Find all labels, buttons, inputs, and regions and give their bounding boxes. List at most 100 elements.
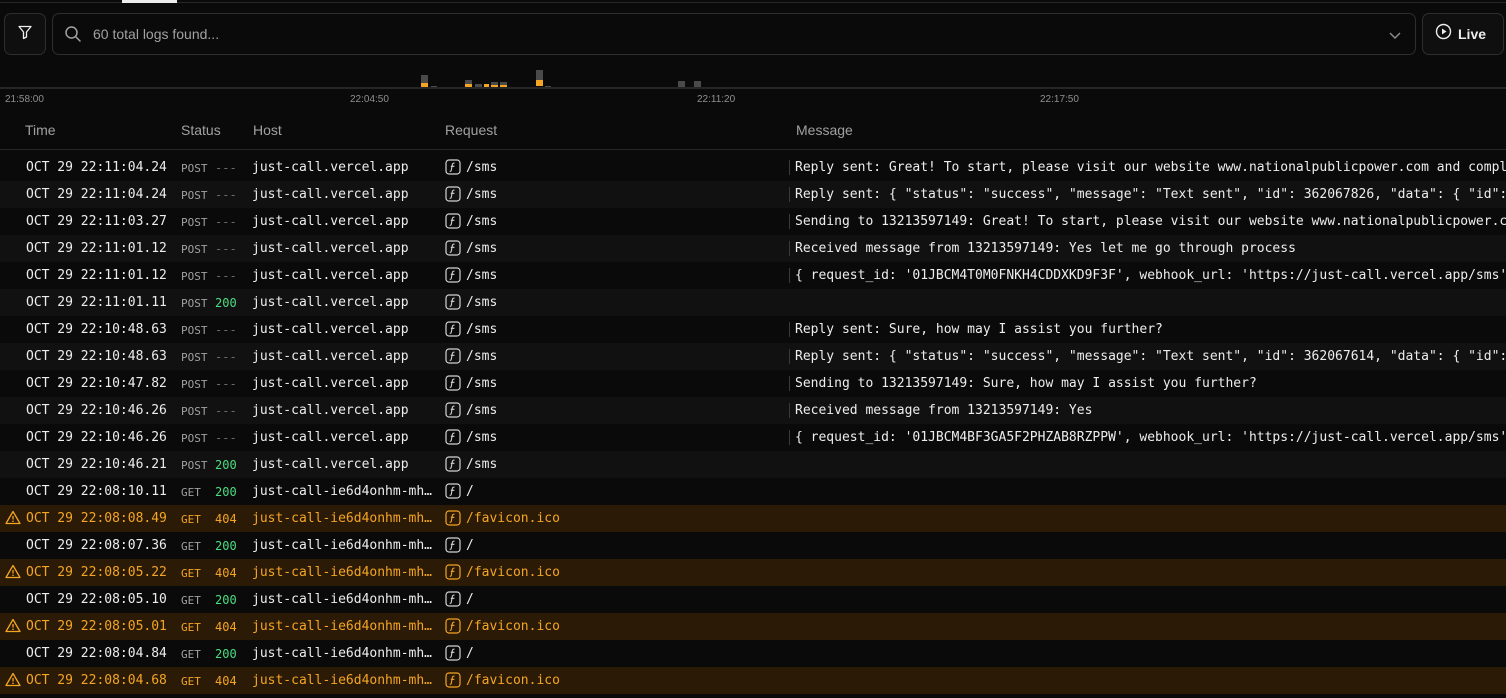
row-request-path: / (466, 646, 474, 661)
row-request-path: /sms (466, 403, 498, 418)
row-host: just-call-ie6d4onhm-mh… (252, 673, 433, 688)
row-message: Reply sent: Sure, how may I assist you f… (795, 322, 1163, 337)
table-row[interactable]: OCT 29 22:11:01.12 POST --- just-call.verce… (0, 235, 1506, 262)
row-host: just-call.vercel.app (252, 160, 409, 175)
table-row[interactable]: OCT 29 22:08:07.36 GET 200 just-call-ie6d4o… (0, 532, 1506, 559)
row-request-path: /sms (466, 457, 498, 472)
row-message: Reply sent: Great! To start, please visi… (795, 160, 1506, 175)
warning-icon (5, 510, 21, 529)
row-method: GET (181, 513, 201, 526)
function-icon (445, 429, 461, 449)
row-request-path: /favicon.ico (466, 673, 560, 688)
row-status: 200 (215, 485, 237, 499)
table-row[interactable]: OCT 29 22:11:01.12 POST --- just-call.verce… (0, 262, 1506, 289)
column-header-status[interactable]: Status (181, 122, 221, 138)
row-method: POST (181, 324, 208, 337)
row-time: OCT 29 22:08:04.68 (26, 673, 167, 688)
row-request-path: /sms (466, 160, 498, 175)
play-circle-icon (1435, 23, 1452, 45)
row-status: --- (215, 269, 237, 283)
row-status: --- (215, 350, 237, 364)
table-row[interactable]: OCT 29 22:08:05.22 GET 404 just-call-ie6d4o… (0, 559, 1506, 586)
live-button[interactable]: Live (1422, 13, 1504, 55)
table-row[interactable]: OCT 29 22:08:05.10 GET 200 just-call-ie6d4o… (0, 586, 1506, 613)
table-row[interactable]: OCT 29 22:08:04.84 GET 200 just-call-ie6d4o… (0, 640, 1506, 667)
table-row[interactable]: OCT 29 22:10:46.21 POST 200 just-call.verce… (0, 451, 1506, 478)
column-header-message[interactable]: Message (796, 122, 853, 138)
row-host: just-call.vercel.app (252, 295, 409, 310)
row-method: POST (181, 162, 208, 175)
function-icon (445, 537, 461, 557)
column-header-time[interactable]: Time (25, 122, 56, 138)
function-icon (445, 672, 461, 692)
filter-button[interactable] (4, 13, 46, 55)
row-method: GET (181, 648, 201, 661)
timeline-tick: 21:58:00 (5, 94, 44, 105)
function-icon (445, 267, 461, 287)
table-row[interactable]: OCT 29 22:10:48.63 POST --- just-call.verce… (0, 343, 1506, 370)
filter-icon (17, 24, 33, 45)
row-message: { request_id: '01JBCM4BF3GA5F2PHZAB8RZPP… (795, 430, 1506, 445)
table-row[interactable]: OCT 29 22:08:05.01 GET 404 just-call-ie6d4o… (0, 613, 1506, 640)
row-status: --- (215, 323, 237, 337)
message-divider (789, 241, 790, 256)
table-row[interactable]: OCT 29 22:11:04.24 POST --- just-call.verce… (0, 154, 1506, 181)
search-input[interactable] (93, 14, 1373, 54)
function-icon (445, 510, 461, 530)
row-request-path: /sms (466, 187, 498, 202)
row-request-path: / (466, 592, 474, 607)
row-host: just-call.vercel.app (252, 214, 409, 229)
table-row[interactable]: OCT 29 22:11:01.11 POST 200 just-call.verce… (0, 289, 1506, 316)
table-row[interactable]: OCT 29 22:08:04.68 GET 404 just-call-ie6d4o… (0, 667, 1506, 694)
message-divider (789, 322, 790, 337)
row-host: just-call.vercel.app (252, 430, 409, 445)
row-request-path: /sms (466, 349, 498, 364)
row-status: 404 (215, 566, 237, 580)
row-request-path: /sms (466, 430, 498, 445)
message-divider (789, 403, 790, 418)
row-status: 404 (215, 512, 237, 526)
row-host: just-call.vercel.app (252, 241, 409, 256)
row-time: OCT 29 22:11:01.12 (26, 241, 167, 256)
function-icon (445, 294, 461, 314)
chevron-down-icon[interactable] (1387, 27, 1403, 48)
column-header-request[interactable]: Request (445, 122, 497, 138)
row-method: POST (181, 432, 208, 445)
row-status: 404 (215, 674, 237, 688)
table-row[interactable]: OCT 29 22:11:04.24 POST --- just-call.verce… (0, 181, 1506, 208)
row-method: POST (181, 351, 208, 364)
live-button-label: Live (1458, 26, 1487, 42)
message-divider (789, 430, 790, 445)
row-method: POST (181, 378, 208, 391)
table-row[interactable]: OCT 29 22:10:47.82 POST --- just-call.verce… (0, 370, 1506, 397)
search-box[interactable] (52, 13, 1416, 55)
row-time: OCT 29 22:08:04.84 (26, 646, 167, 661)
row-status: --- (215, 431, 237, 445)
table-row[interactable]: OCT 29 22:10:46.26 POST --- just-call.verce… (0, 424, 1506, 451)
table-row[interactable]: OCT 29 22:10:48.63 POST --- just-call.verce… (0, 316, 1506, 343)
message-divider (789, 187, 790, 202)
table-row[interactable]: OCT 29 22:11:03.27 POST --- just-call.verce… (0, 208, 1506, 235)
row-method: POST (181, 189, 208, 202)
row-time: OCT 29 22:08:08.49 (26, 511, 167, 526)
row-request-path: /sms (466, 214, 498, 229)
row-request-path: / (466, 484, 474, 499)
table-row[interactable]: OCT 29 22:10:46.26 POST --- just-call.verce… (0, 397, 1506, 424)
row-request-path: /favicon.ico (466, 619, 560, 634)
row-method: POST (181, 459, 208, 472)
row-host: just-call.vercel.app (252, 268, 409, 283)
row-host: just-call-ie6d4onhm-mh… (252, 484, 433, 499)
row-time: OCT 29 22:11:03.27 (26, 214, 167, 229)
row-time: OCT 29 22:11:04.24 (26, 187, 167, 202)
table-row[interactable]: OCT 29 22:08:08.49 GET 404 just-call-ie6d4o… (0, 505, 1506, 532)
active-tab-indicator (122, 0, 177, 3)
log-histogram[interactable]: 21:58:00 22:04:50 22:11:20 22:17:50 (0, 62, 1506, 110)
row-time: OCT 29 22:10:48.63 (26, 322, 167, 337)
row-host: just-call.vercel.app (252, 376, 409, 391)
row-time: OCT 29 22:10:46.26 (26, 430, 167, 445)
column-header-host[interactable]: Host (253, 122, 282, 138)
warning-icon (5, 618, 21, 637)
row-request-path: /sms (466, 295, 498, 310)
row-request-path: /favicon.ico (466, 565, 560, 580)
table-row[interactable]: OCT 29 22:08:10.11 GET 200 just-call-ie6d4o… (0, 478, 1506, 505)
